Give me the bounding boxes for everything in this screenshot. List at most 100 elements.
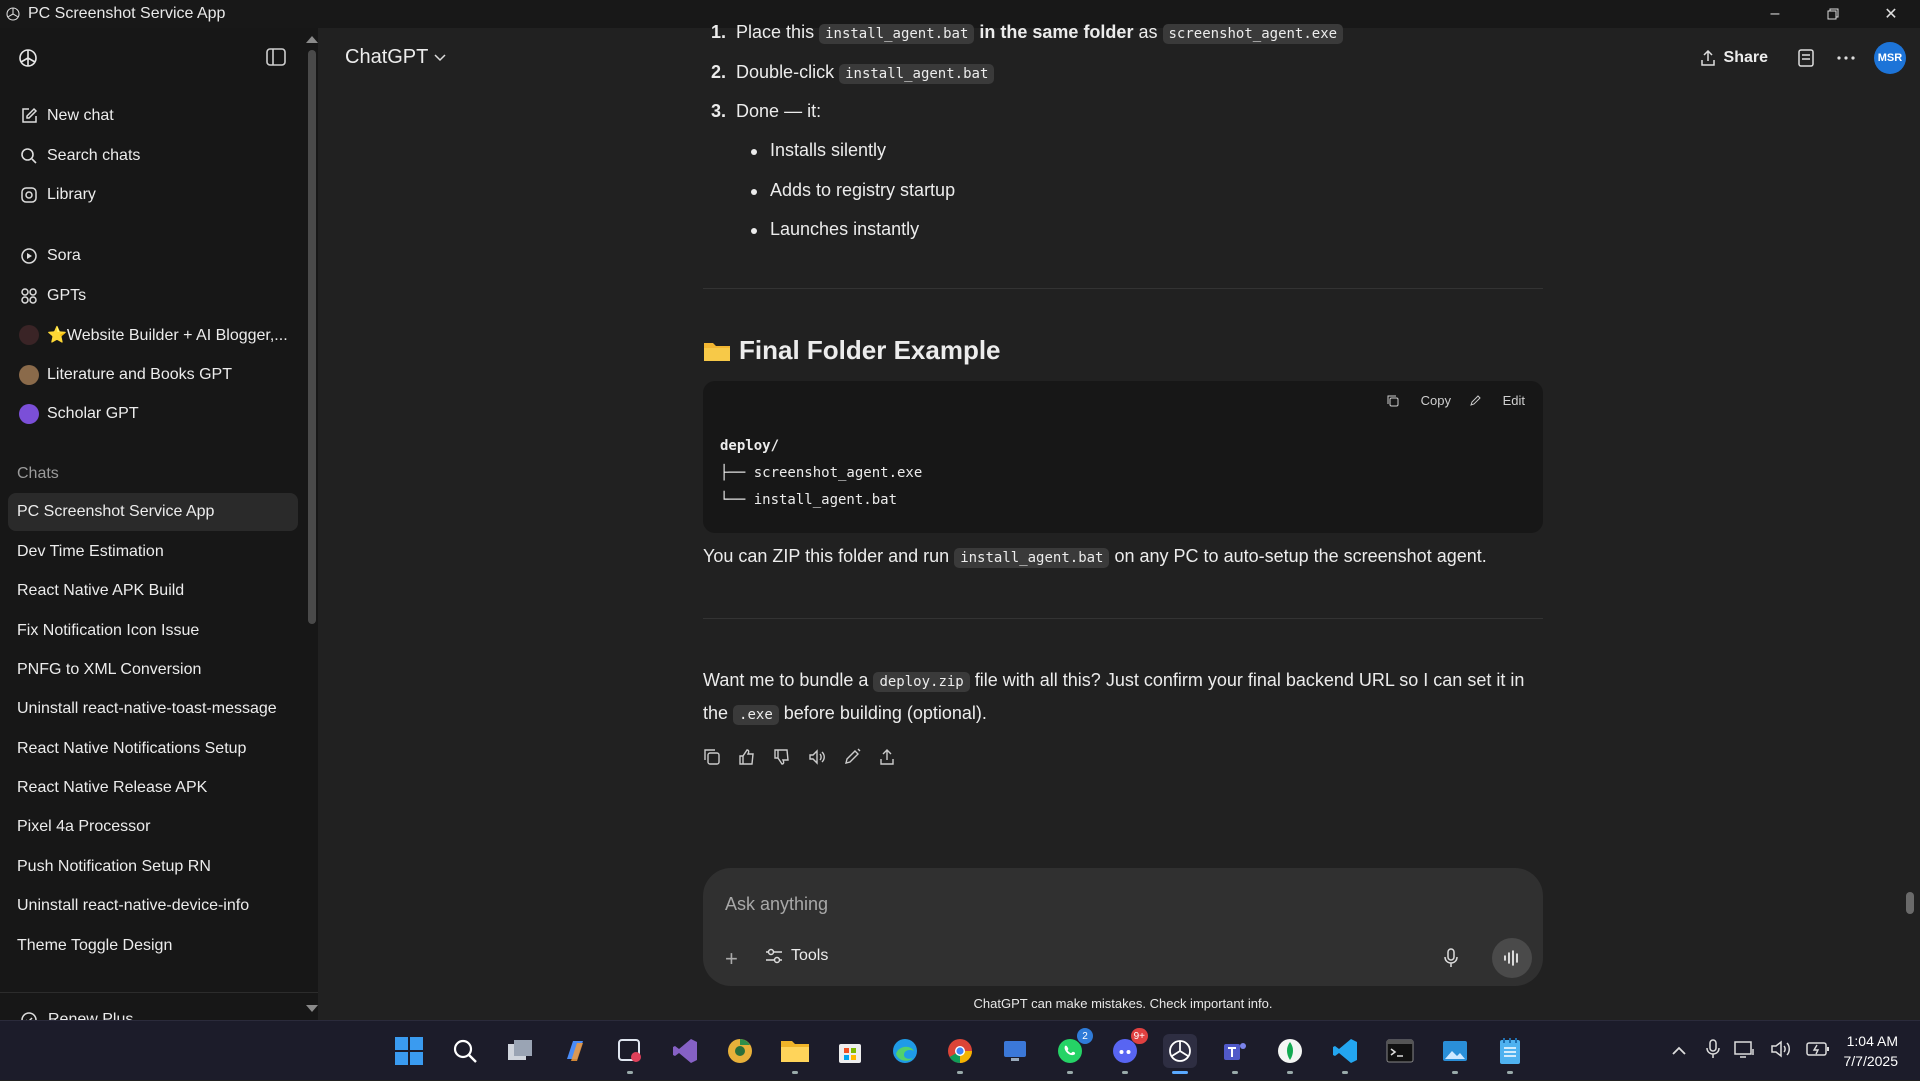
- whatsapp-icon[interactable]: 2: [1053, 1034, 1087, 1068]
- microphone-icon[interactable]: [1443, 948, 1459, 973]
- sidebar-item-literature-gpt[interactable]: Literature and Books GPT: [8, 357, 298, 393]
- teams-icon[interactable]: [1218, 1034, 1252, 1068]
- remote-desktop-icon[interactable]: [998, 1034, 1032, 1068]
- chat-main: 1. Place this install_agent.bat in the s…: [318, 28, 1920, 1020]
- copy-label: Copy: [1421, 393, 1451, 408]
- vscode-icon[interactable]: [1328, 1034, 1362, 1068]
- scrollbar-thumb[interactable]: [308, 50, 316, 624]
- read-aloud-icon[interactable]: [808, 745, 843, 769]
- chat-item[interactable]: Fix Notification Icon Issue: [8, 612, 298, 650]
- inline-code: .exe: [733, 705, 779, 725]
- edit-response-icon[interactable]: [843, 745, 878, 769]
- chat-item[interactable]: Uninstall react-native-toast-message: [8, 690, 298, 728]
- close-window-button[interactable]: ✕: [1862, 0, 1920, 28]
- paragraph-text: on any PC to auto-setup the screenshot a…: [1115, 546, 1487, 566]
- model-name: ChatGPT: [345, 46, 428, 69]
- clock[interactable]: 1:04 AM 7/7/2025: [1844, 1031, 1899, 1071]
- visual-studio-icon[interactable]: [668, 1034, 702, 1068]
- chat-item[interactable]: Theme Toggle Design: [8, 927, 298, 965]
- waveform-icon: [1503, 950, 1521, 966]
- chat-header: ChatGPT Share MSR: [318, 28, 1920, 88]
- tools-button[interactable]: Tools: [765, 947, 828, 965]
- show-hidden-icons-chevron-icon[interactable]: [1672, 1043, 1686, 1059]
- chat-item[interactable]: PC Screenshot Service App: [8, 493, 298, 531]
- sidebar-item-sora[interactable]: Sora: [8, 238, 298, 274]
- whatsapp-badge: 2: [1077, 1028, 1093, 1044]
- copy-code-button[interactable]: Copy: [1387, 393, 1451, 408]
- user-avatar[interactable]: MSR: [1874, 42, 1906, 74]
- chat-item[interactable]: Dev Time Estimation: [8, 533, 298, 571]
- network-icon[interactable]: [1734, 1040, 1756, 1063]
- running-indicator: [1287, 1071, 1293, 1074]
- sidebar-item-label: Scholar GPT: [47, 405, 139, 423]
- chat-item[interactable]: React Native APK Build: [8, 572, 298, 610]
- message-actions: [703, 745, 913, 769]
- sidebar-item-gpts[interactable]: GPTs: [8, 278, 298, 314]
- minimize-button[interactable]: –: [1746, 0, 1804, 28]
- chat-item[interactable]: React Native Release APK: [8, 769, 298, 807]
- canvas-icon[interactable]: [1794, 46, 1818, 70]
- more-options-icon[interactable]: [1834, 46, 1858, 70]
- notepad-icon[interactable]: [1493, 1034, 1527, 1068]
- sidebar-item-library[interactable]: Library: [8, 177, 298, 213]
- discord-icon[interactable]: 9+: [1108, 1034, 1142, 1068]
- terminal-icon[interactable]: [1383, 1034, 1417, 1068]
- sidebar-item-scholar-gpt[interactable]: Scholar GPT: [8, 396, 298, 432]
- share-message-icon[interactable]: [878, 745, 913, 769]
- maximize-button[interactable]: [1804, 0, 1862, 28]
- edit-code-button[interactable]: Edit: [1469, 393, 1525, 408]
- edit-pencil-icon: [1469, 395, 1481, 407]
- chat-item[interactable]: Push Notification Setup RN: [8, 848, 298, 886]
- taskbar-search-icon[interactable]: [448, 1034, 482, 1068]
- snipping-tool-icon[interactable]: [613, 1034, 647, 1068]
- chat-item[interactable]: React Native Notifications Setup: [8, 730, 298, 768]
- mongodb-compass-icon[interactable]: [1273, 1034, 1307, 1068]
- bullet-dot: [751, 189, 757, 195]
- chat-item[interactable]: PNFG to XML Conversion: [8, 651, 298, 689]
- running-indicator: [1122, 1071, 1128, 1074]
- thumbs-up-icon[interactable]: [738, 745, 773, 769]
- sidebar-item-website-builder-gpt[interactable]: ⭐Website Builder + AI Blogger,...: [8, 317, 298, 353]
- sidebar-scrollbar[interactable]: [304, 28, 318, 1020]
- microsoft-store-icon[interactable]: [833, 1034, 867, 1068]
- share-label: Share: [1724, 49, 1768, 67]
- sidebar-item-new-chat[interactable]: New chat: [8, 98, 298, 134]
- prompt-input[interactable]: Ask anything: [725, 894, 828, 915]
- folder-icon: [703, 339, 731, 363]
- edit-label: Edit: [1503, 393, 1525, 408]
- bullet-dot: [751, 228, 757, 234]
- edge-icon[interactable]: [888, 1034, 922, 1068]
- sidebar-toggle-icon[interactable]: [266, 48, 288, 68]
- chrome-canary-icon[interactable]: [723, 1034, 757, 1068]
- code-content: deploy/ ├── screenshot_agent.exe └── ins…: [720, 433, 922, 514]
- copilot-icon[interactable]: [558, 1034, 592, 1068]
- openai-logo-icon[interactable]: [16, 46, 40, 70]
- windows-start-icon[interactable]: [392, 1034, 426, 1068]
- model-selector[interactable]: ChatGPT: [345, 46, 446, 69]
- thumbs-down-icon[interactable]: [773, 745, 808, 769]
- volume-icon[interactable]: [1770, 1040, 1792, 1063]
- task-view-icon[interactable]: [503, 1034, 537, 1068]
- chrome-icon[interactable]: [943, 1034, 977, 1068]
- battery-charging-icon[interactable]: [1806, 1041, 1830, 1062]
- chat-item[interactable]: Uninstall react-native-device-info: [8, 887, 298, 925]
- search-icon: [19, 146, 39, 166]
- code-line: └── install_agent.bat: [720, 492, 897, 508]
- file-explorer-icon[interactable]: [778, 1034, 812, 1068]
- share-button[interactable]: Share: [1700, 49, 1768, 67]
- scroll-up-arrow-icon[interactable]: [306, 36, 318, 43]
- chatgpt-taskbar-icon[interactable]: [1163, 1034, 1197, 1068]
- question-paragraph: Want me to bundle a deploy.zip file with…: [703, 665, 1543, 731]
- sidebar-item-search-chats[interactable]: Search chats: [8, 138, 298, 174]
- voice-mode-button[interactable]: [1492, 938, 1532, 978]
- photos-icon[interactable]: [1438, 1034, 1472, 1068]
- main-scrollbar-thumb[interactable]: [1906, 892, 1914, 914]
- share-icon: [1700, 50, 1716, 66]
- scroll-down-arrow-icon[interactable]: [306, 1005, 318, 1012]
- running-indicator: [1342, 1071, 1348, 1074]
- copy-message-icon[interactable]: [703, 745, 738, 769]
- add-attachment-icon[interactable]: +: [725, 946, 738, 972]
- chat-item[interactable]: Pixel 4a Processor: [8, 808, 298, 846]
- microphone-tray-icon[interactable]: [1706, 1039, 1720, 1064]
- paragraph-text: You can ZIP this folder and run: [703, 546, 949, 566]
